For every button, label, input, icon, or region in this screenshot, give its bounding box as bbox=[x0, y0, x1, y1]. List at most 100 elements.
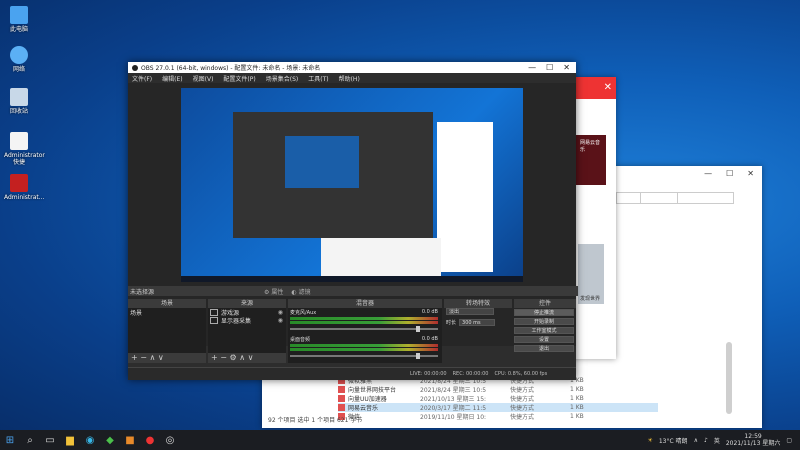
maximize-icon[interactable]: ☐ bbox=[726, 169, 733, 178]
up-icon[interactable]: ∧ bbox=[239, 353, 245, 362]
volume-meter bbox=[290, 317, 438, 320]
transitions-panel: 淡出 时长 300 ms bbox=[446, 308, 514, 326]
computer-icon bbox=[10, 6, 28, 24]
desktop-icon-admin-shortcut[interactable]: Administrator快捷 bbox=[4, 132, 45, 166]
close-icon[interactable]: ✕ bbox=[563, 63, 570, 72]
volume-meter bbox=[290, 344, 438, 347]
eye-icon[interactable]: ◉ bbox=[278, 309, 283, 316]
desktop-icon-this-pc[interactable]: 此电脑 bbox=[4, 6, 34, 33]
minimize-icon[interactable]: — bbox=[528, 63, 536, 72]
transition-select[interactable]: 淡出 bbox=[446, 308, 494, 315]
music-card-secondary[interactable]: 发现世界 bbox=[578, 244, 604, 304]
obs-logo-icon bbox=[132, 64, 138, 71]
list-item[interactable]: 微信 2019/11/10 星期日 10: 快捷方式 1 KB bbox=[338, 412, 658, 421]
volume-slider[interactable] bbox=[290, 353, 438, 359]
up-icon[interactable]: ∧ bbox=[150, 353, 156, 362]
duration-input[interactable]: 300 ms bbox=[459, 319, 496, 326]
preview-capture bbox=[181, 88, 523, 282]
obs-statusbar: LIVE: 00:00:00 REC: 00:00:00 CPU: 0.8%, … bbox=[128, 367, 576, 380]
settings-button[interactable]: 设置 bbox=[514, 336, 574, 343]
slider-knob[interactable] bbox=[416, 326, 420, 332]
chevron-up-icon[interactable]: ∧ bbox=[694, 437, 698, 444]
down-icon[interactable]: ∨ bbox=[158, 353, 164, 362]
obs-icon[interactable]: ◎ bbox=[160, 430, 180, 450]
task-view-icon[interactable]: ▭ bbox=[40, 430, 60, 450]
search-icon[interactable]: ⌕ bbox=[20, 430, 40, 450]
obs-menubar: 文件(F) 编辑(E) 视图(V) 配置文件(P) 场景集合(S) 工具(T) … bbox=[128, 73, 576, 83]
scene-item[interactable]: 场景 bbox=[128, 308, 206, 317]
menu-tools[interactable]: 工具(T) bbox=[308, 74, 328, 83]
maximize-icon[interactable]: ☐ bbox=[546, 63, 553, 72]
scenes-list[interactable]: 场景 bbox=[128, 308, 206, 353]
obs-titlebar: OBS 27.0.1 (64-bit, windows) - 配置文件: 未命名… bbox=[128, 62, 576, 73]
document-icon bbox=[10, 132, 28, 150]
shortcut-icon bbox=[338, 404, 345, 411]
eye-icon[interactable]: ◉ bbox=[278, 317, 283, 324]
controls-dock-header: 控件 bbox=[514, 299, 576, 308]
volume-icon[interactable]: ♪ bbox=[704, 437, 708, 444]
add-icon[interactable]: + bbox=[211, 353, 218, 362]
desktop-icon-admin-app[interactable]: Administrat... bbox=[4, 174, 45, 201]
menu-edit[interactable]: 编辑(E) bbox=[162, 74, 182, 83]
close-icon[interactable]: ✕ bbox=[604, 82, 612, 93]
studio-mode-button[interactable]: 工作室模式 bbox=[514, 327, 574, 334]
remove-icon[interactable]: − bbox=[220, 353, 227, 362]
menu-scene-collection[interactable]: 场景集合(S) bbox=[266, 74, 299, 83]
volume-meter bbox=[290, 348, 438, 351]
music-icon[interactable]: ● bbox=[140, 430, 160, 450]
properties-button[interactable]: ⚙ 属性 bbox=[264, 287, 283, 296]
desktop-icon-network[interactable]: 网络 bbox=[4, 46, 34, 73]
mixer-channel: 麦克风/Aux 0.0 dB bbox=[290, 309, 438, 332]
nested-taskbar bbox=[181, 276, 523, 282]
list-item-selected[interactable]: 网易云音乐 2020/3/17 星期二 11:5 快捷方式 1 KB bbox=[338, 403, 658, 412]
taskbar: ⊞ ⌕ ▭ ▆ ◉ ◆ ■ ● ◎ ☀ 13°C 晴朗 ∧ ♪ 英 12:59 … bbox=[0, 430, 800, 450]
list-item[interactable]: 向量UU加速器 2021/10/13 星期三 15: 快捷方式 1 KB bbox=[338, 394, 658, 403]
sources-dock-header: 来源 bbox=[208, 299, 286, 308]
clock[interactable]: 12:59 2021/11/13 星期六 bbox=[726, 433, 781, 447]
monitor-icon bbox=[210, 316, 218, 324]
menu-view[interactable]: 视图(V) bbox=[193, 74, 214, 83]
gear-icon[interactable]: ⚙ bbox=[230, 353, 237, 362]
exit-button[interactable]: 退出 bbox=[514, 345, 574, 352]
shortcut-icon bbox=[338, 395, 345, 402]
source-item[interactable]: 显示器采集 ◉ bbox=[208, 316, 286, 325]
file-explorer-icon[interactable]: ▆ bbox=[60, 430, 80, 450]
menu-file[interactable]: 文件(F) bbox=[132, 74, 152, 83]
minimize-icon[interactable]: — bbox=[704, 169, 712, 178]
sources-list[interactable]: 游戏源 ◉ 显示器采集 ◉ bbox=[208, 308, 286, 353]
notification-icon[interactable]: ▢ bbox=[786, 437, 792, 444]
explorer-status: 92 个项目 选中 1 个项目 621 字节 bbox=[268, 417, 363, 424]
volume-slider[interactable] bbox=[290, 326, 438, 332]
app-icon bbox=[10, 174, 28, 192]
nested-preview bbox=[285, 136, 359, 188]
start-recording-button[interactable]: 开始录制 bbox=[514, 318, 574, 325]
transitions-dock-header: 转场特效 bbox=[444, 299, 512, 308]
menu-help[interactable]: 帮助(H) bbox=[339, 74, 360, 83]
down-icon[interactable]: ∨ bbox=[248, 353, 254, 362]
nested-window bbox=[437, 122, 493, 272]
monitor-icon bbox=[210, 308, 218, 316]
menu-profile[interactable]: 配置文件(P) bbox=[223, 74, 255, 83]
system-tray: ☀ 13°C 晴朗 ∧ ♪ 英 12:59 2021/11/13 星期六 ▢ bbox=[647, 433, 792, 447]
volume-meter bbox=[290, 321, 438, 324]
app-icon[interactable]: ■ bbox=[120, 430, 140, 450]
windows-start-icon[interactable]: ⊞ bbox=[0, 430, 20, 450]
stop-streaming-button[interactable]: 停止推流 bbox=[514, 309, 574, 316]
scrollbar[interactable] bbox=[726, 342, 732, 414]
search-input[interactable] bbox=[640, 192, 734, 204]
remove-icon[interactable]: − bbox=[140, 353, 147, 362]
slider-knob[interactable] bbox=[416, 353, 420, 359]
obs-window[interactable]: OBS 27.0.1 (64-bit, windows) - 配置文件: 未命名… bbox=[128, 62, 578, 380]
music-card[interactable]: 网易云音乐 bbox=[576, 135, 606, 185]
nested-explorer bbox=[321, 238, 441, 278]
filters-button[interactable]: ◐ 滤镜 bbox=[291, 287, 310, 296]
close-icon[interactable]: ✕ bbox=[747, 169, 754, 178]
shortcut-icon bbox=[338, 386, 345, 393]
game-icon[interactable]: ◆ bbox=[100, 430, 120, 450]
list-item[interactable]: 向量世界网技平台 2021/8/24 星期三 10:5 快捷方式 1 KB bbox=[338, 385, 658, 394]
scene-bar: 未选择源 ⚙ 属性 ◐ 滤镜 bbox=[128, 286, 578, 296]
desktop-icon-recycle-bin[interactable]: 回收站 bbox=[4, 88, 34, 115]
add-icon[interactable]: + bbox=[131, 353, 138, 362]
sources-toolbar: + − ⚙ ∧ ∨ bbox=[208, 353, 286, 363]
edge-icon[interactable]: ◉ bbox=[80, 430, 100, 450]
